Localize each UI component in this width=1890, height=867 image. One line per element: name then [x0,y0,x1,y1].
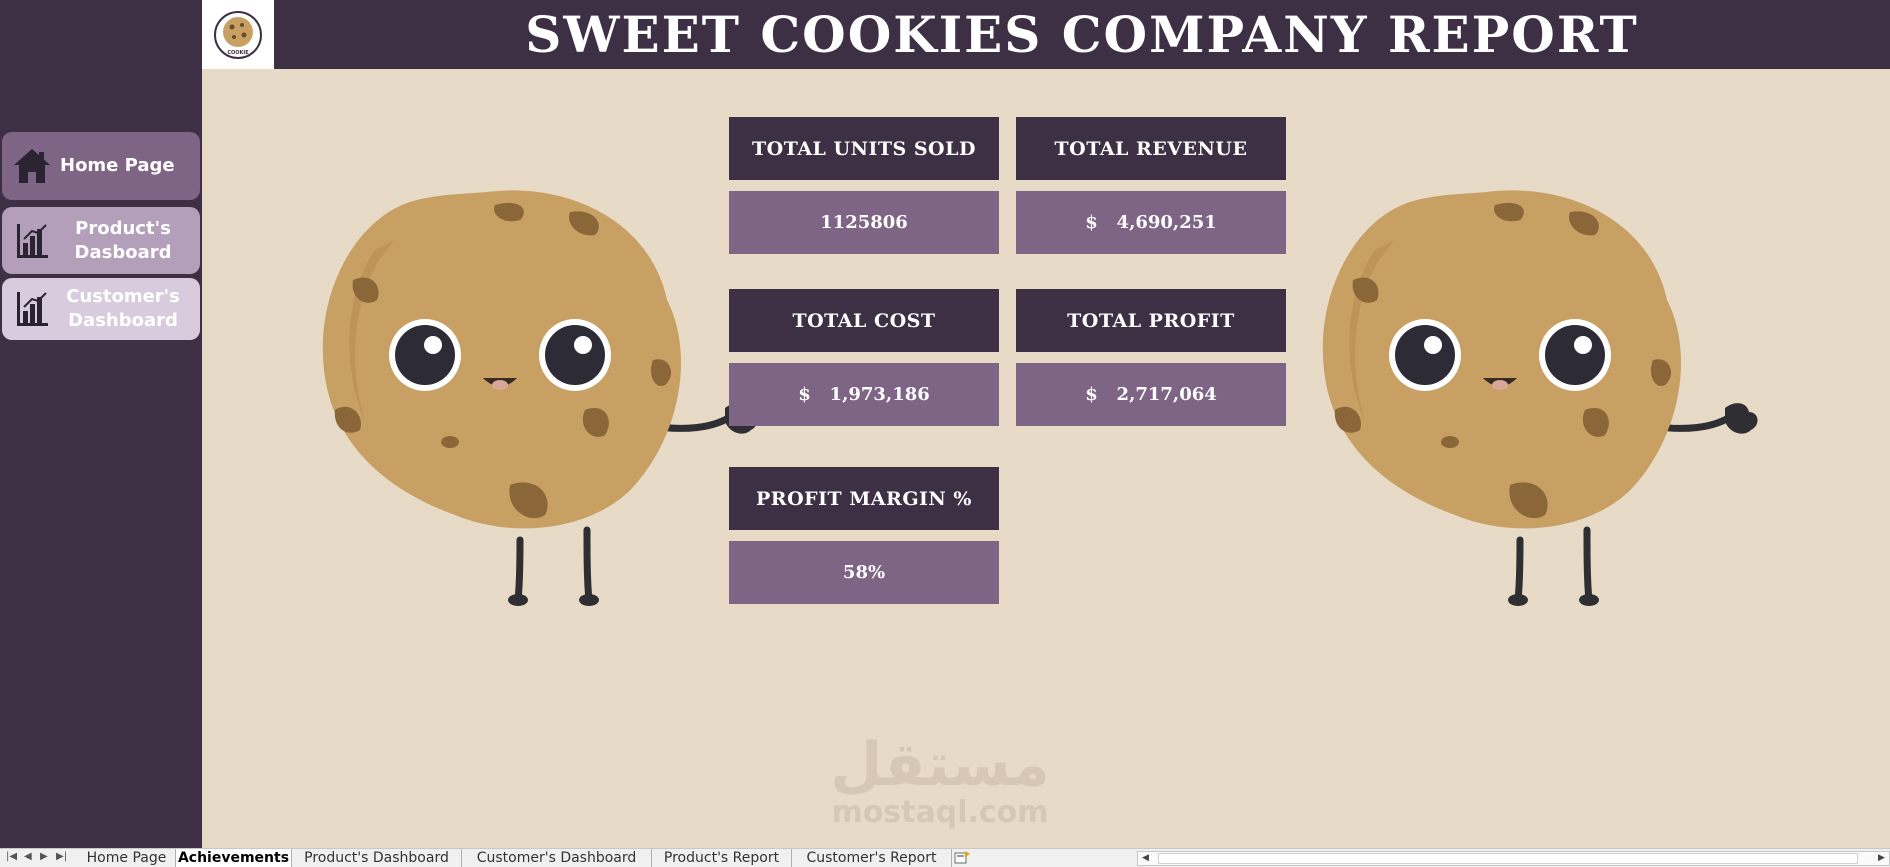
kpi-value-total-units-sold: 1125806 [729,191,999,254]
horizontal-scrollbar[interactable]: ◀ ▶ [1137,851,1890,866]
cookie-character-right [1322,190,1758,606]
kpi-value-profit-margin: 58% [729,541,999,604]
company-logo: COOKIE [202,0,274,69]
header-banner: Sweet Cookies Company Report [274,0,1890,69]
kpi-value-total-profit: $ 2,717,064 [1016,363,1286,426]
home-icon [8,142,56,190]
sheet-tab-customers-dashboard[interactable]: Customer's Dashboard [462,849,652,867]
prev-sheet-icon[interactable]: ◀ [24,851,32,862]
kpi-label-profit-margin: Profit Margin % [729,467,999,530]
insert-sheet-icon[interactable] [953,850,971,866]
kpi-value-total-cost: $ 1,973,186 [729,363,999,426]
bar-chart-icon [8,217,56,265]
sidebar-item-customers-dashboard[interactable]: Customer's Dashboard [2,278,200,340]
kpi-label-total-revenue: Total Revenue [1016,117,1286,180]
logo-text: COOKIE [227,50,249,56]
first-sheet-icon[interactable]: |◀ [6,851,17,862]
sidebar-item-label: Home Page [60,155,175,176]
kpi-label-total-units-sold: Total Units Sold [729,117,999,180]
sheet-tab-bar: |◀ ◀ ▶ ▶| Home Page Achievements Product… [0,848,1890,867]
sheet-tab-products-report[interactable]: Product's Report [652,849,792,867]
bar-chart-icon [8,285,56,333]
sheet-tab-products-dashboard[interactable]: Product's Dashboard [292,849,462,867]
kpi-label-total-profit: Total Profit [1016,289,1286,352]
sheet-tab-customers-report[interactable]: Customer's Report [792,849,952,867]
sidebar-item-label: Customer's Dashboard [66,286,180,331]
cookie-character-left [322,190,758,606]
page-title: Sweet Cookies Company Report [525,5,1639,64]
sheet-tab-home-page[interactable]: Home Page [78,849,176,867]
watermark: مستقل mostaql.com [820,732,1060,828]
watermark-latin: mostaql.com [831,795,1049,830]
sidebar-item-products-dashboard[interactable]: Product's Dasboard [2,207,200,274]
kpi-label-total-cost: Total Cost [729,289,999,352]
sidebar-item-home-page[interactable]: Home Page [2,132,200,200]
scroll-left-icon[interactable]: ◀ [1138,852,1153,865]
sidebar-item-label: Product's Dasboard [74,217,172,263]
scroll-right-icon[interactable]: ▶ [1874,852,1889,865]
kpi-value-total-revenue: $ 4,690,251 [1016,191,1286,254]
scrollbar-thumb[interactable] [1158,853,1858,864]
sheet-tab-achievements[interactable]: Achievements [176,849,292,867]
watermark-arabic: مستقل [830,730,1050,800]
sidebar: Home Page Product's Dasboard Customer's … [0,0,202,848]
cookie-logo-icon: COOKIE [214,10,262,59]
last-sheet-icon[interactable]: ▶| [56,851,67,862]
next-sheet-icon[interactable]: ▶ [40,851,48,862]
